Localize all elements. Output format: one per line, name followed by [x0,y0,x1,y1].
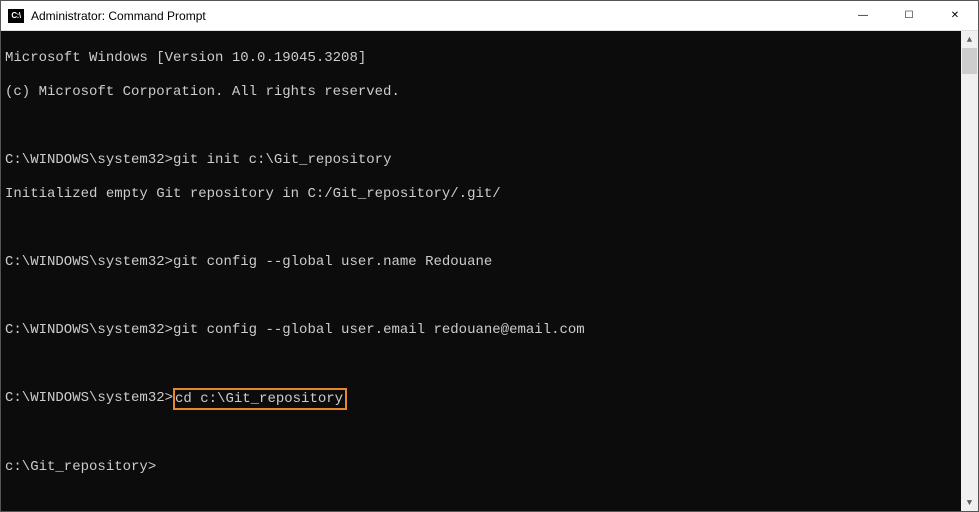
prompt: C:\WINDOWS\system32> [5,152,173,169]
close-button[interactable]: ✕ [932,1,978,30]
command-git-config-email: git config --global user.email redouane@… [173,322,585,339]
console-area: Microsoft Windows [Version 10.0.19045.32… [1,31,978,511]
maximize-button[interactable]: ☐ [886,1,932,30]
prompt: C:\WINDOWS\system32> [5,254,173,271]
output-git-init: Initialized empty Git repository in C:/G… [5,186,501,203]
window-title: Administrator: Command Prompt [31,9,840,23]
prompt: C:\WINDOWS\system32> [5,390,173,407]
terminal-output[interactable]: Microsoft Windows [Version 10.0.19045.32… [1,31,961,511]
window-controls: — ☐ ✕ [840,1,978,30]
scroll-down-arrow-icon[interactable]: ▼ [961,494,978,511]
cmd-icon: C:\ [8,9,24,23]
prompt: C:\WINDOWS\system32> [5,322,173,339]
scroll-thumb[interactable] [962,48,977,74]
vertical-scrollbar[interactable]: ▲ ▼ [961,31,978,511]
prompt-current: c:\Git_repository> [5,459,156,476]
minimize-button[interactable]: — [840,1,886,30]
version-line: Microsoft Windows [Version 10.0.19045.32… [5,50,366,67]
highlighted-command-cd: cd c:\Git_repository [173,388,347,410]
command-git-config-name: git config --global user.name Redouane [173,254,492,271]
copyright-line: (c) Microsoft Corporation. All rights re… [5,84,400,101]
command-git-init: git init c:\Git_repository [173,152,391,169]
scroll-up-arrow-icon[interactable]: ▲ [961,31,978,48]
window-titlebar: C:\ Administrator: Command Prompt — ☐ ✕ [1,1,978,31]
